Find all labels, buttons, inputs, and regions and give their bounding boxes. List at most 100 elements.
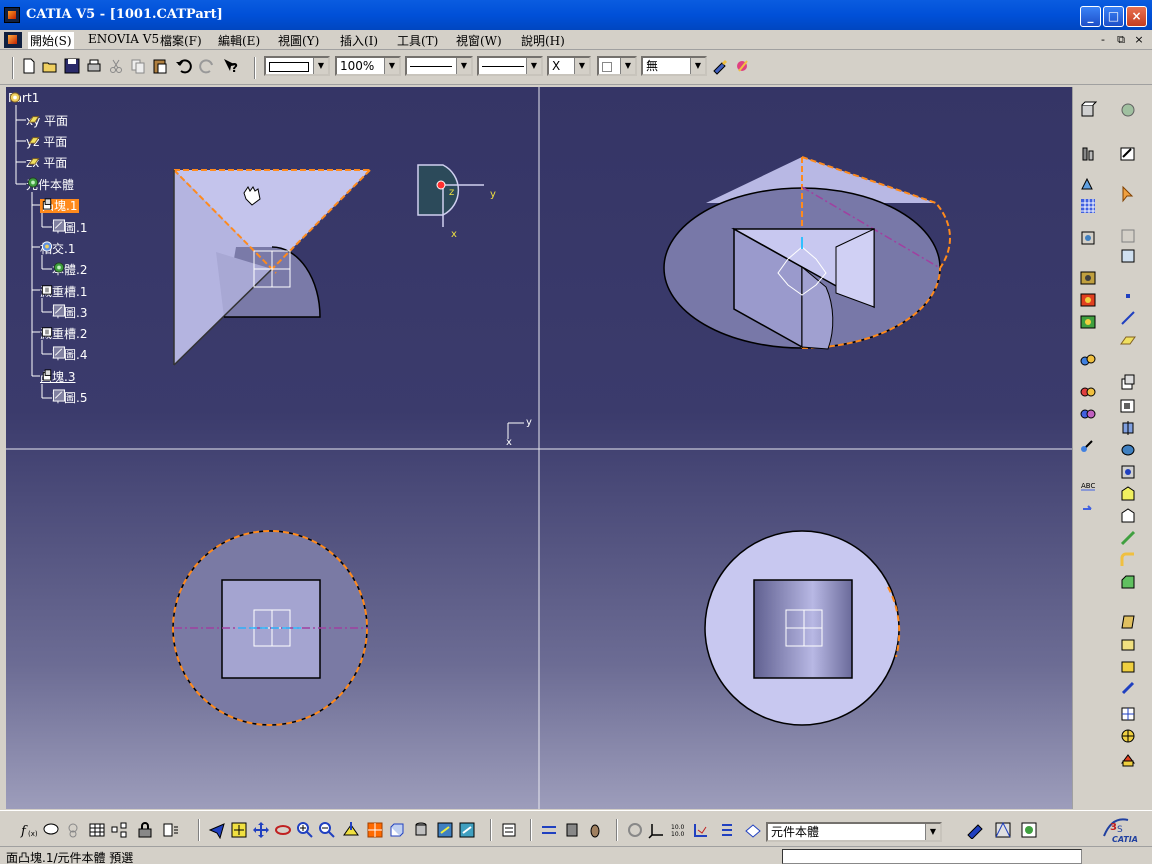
scan-icon[interactable] <box>586 821 604 839</box>
tree-node-zx-plane[interactable]: zx 平面 <box>26 154 67 171</box>
paste-icon[interactable] <box>151 57 169 75</box>
tree-node-yz-plane[interactable]: yz 平面 <box>26 133 67 150</box>
undo-icon[interactable] <box>175 57 193 75</box>
table-icon[interactable] <box>88 821 106 839</box>
catia-app-icon[interactable] <box>4 7 20 23</box>
zoom-in-icon[interactable] <box>296 821 314 839</box>
transparency-combo[interactable]: 100% ▼ <box>335 56 401 76</box>
hole-icon[interactable] <box>1119 441 1137 459</box>
knowledge-icon[interactable] <box>1079 101 1097 119</box>
painter-icon[interactable] <box>711 57 729 75</box>
toolbar-grip[interactable] <box>12 57 14 79</box>
hide-show-icon[interactable] <box>436 821 454 839</box>
menu-enovia[interactable]: ENOVIA V5 <box>88 32 159 46</box>
grid-icon[interactable] <box>1079 197 1097 215</box>
color-combo[interactable]: ▼ <box>264 56 330 76</box>
menu-edit[interactable]: 編輯(E) <box>218 32 260 49</box>
law-icon[interactable] <box>110 821 128 839</box>
tree-node-pad-1[interactable]: 凸塊.1 <box>40 197 80 214</box>
remove-face-icon[interactable] <box>1119 705 1137 723</box>
pad-tool-icon[interactable] <box>1119 373 1137 391</box>
fillet-icon[interactable] <box>1119 551 1137 569</box>
mirror-icon[interactable] <box>1119 751 1137 769</box>
tree-node-xy-plane[interactable]: xy 平面 <box>26 112 68 129</box>
properties-painter-icon[interactable] <box>733 57 751 75</box>
boolean-icon[interactable] <box>1079 383 1097 401</box>
fly-mode-icon[interactable] <box>208 821 226 839</box>
open-icon[interactable] <box>41 57 59 75</box>
tree-node-pad-3[interactable]: 凸塊.3 <box>40 368 75 385</box>
plane-tool-icon[interactable] <box>1119 331 1137 349</box>
new-icon[interactable] <box>20 57 38 75</box>
comment-icon[interactable] <box>42 821 60 839</box>
menu-insert[interactable]: 插入(I) <box>340 32 378 49</box>
photo-studio-icon[interactable] <box>1020 821 1038 839</box>
tree-node-part-body[interactable]: 元件本體 <box>26 176 74 193</box>
update-icon[interactable] <box>540 821 558 839</box>
multi-body-icon[interactable] <box>1079 351 1097 369</box>
save-icon[interactable] <box>63 57 81 75</box>
catia-menu-icon[interactable] <box>4 32 22 48</box>
menu-start[interactable]: 開始(S) <box>28 32 74 49</box>
tree-node-pocket-2[interactable]: 減重槽.2 <box>40 325 87 342</box>
layer-combo[interactable]: 無 ▼ <box>641 56 707 76</box>
tree-node-sketch-4[interactable]: 草圖.4 <box>52 346 87 363</box>
menu-view[interactable]: 視圖(Y) <box>278 32 319 49</box>
slot-icon[interactable] <box>1119 485 1137 503</box>
shell-icon[interactable] <box>1119 635 1137 653</box>
mdi-minimize-button[interactable]: - <box>1096 33 1110 47</box>
pan-icon[interactable] <box>252 821 270 839</box>
thread-icon[interactable] <box>1119 679 1137 697</box>
command-input[interactable] <box>782 849 1082 864</box>
tree-scale-icon[interactable] <box>692 821 710 839</box>
line-icon[interactable] <box>1119 309 1137 327</box>
tree-node-body-2[interactable]: 本體.2 <box>52 261 87 278</box>
print-icon[interactable] <box>85 57 103 75</box>
reorder-icon[interactable] <box>563 821 581 839</box>
body-selector-icon[interactable] <box>744 821 762 839</box>
zoom-out-icon[interactable] <box>318 821 336 839</box>
constraint-icon[interactable] <box>1079 437 1097 455</box>
multi-view-icon[interactable] <box>366 821 384 839</box>
formula-icon[interactable]: f (x) <box>20 821 38 839</box>
apply-material-icon[interactable] <box>1079 291 1097 309</box>
annotation-text-icon[interactable]: ABC <box>1079 477 1097 495</box>
3d-viewport[interactable]: z y x y x Part1 xy 平面 yz 平面 zx 平面 元件本體 凸… <box>6 87 1072 809</box>
render-icon[interactable] <box>1079 313 1097 331</box>
catalog-icon[interactable] <box>500 821 518 839</box>
tree-node-pocket-1[interactable]: 減重槽.1 <box>40 283 87 300</box>
fit-all-icon[interactable] <box>1079 229 1097 247</box>
tree-node-sketch-3[interactable]: 草圖.3 <box>52 304 87 321</box>
menu-file[interactable]: 檔案(F) <box>160 32 202 49</box>
close-button[interactable]: × <box>1126 6 1147 27</box>
transform-icon[interactable] <box>1119 727 1137 745</box>
draft-icon[interactable] <box>1119 613 1137 631</box>
flag-note-icon[interactable] <box>1079 497 1097 515</box>
unit-scale-icon[interactable]: 10.010.0 <box>670 821 688 839</box>
minimize-button[interactable]: _ <box>1080 6 1101 27</box>
chamfer-icon[interactable] <box>1119 573 1137 591</box>
lock-icon[interactable] <box>136 821 154 839</box>
list-icon[interactable] <box>716 821 734 839</box>
material-icon[interactable] <box>1079 269 1097 287</box>
design-table-icon[interactable] <box>64 821 82 839</box>
point-symbol-combo[interactable]: X ▼ <box>547 56 591 76</box>
whats-this-icon[interactable]: ? <box>222 57 240 75</box>
copy-icon[interactable] <box>129 57 147 75</box>
texture-icon[interactable] <box>994 821 1012 839</box>
operation-icon[interactable] <box>1119 247 1137 265</box>
point-icon[interactable] <box>1119 287 1137 305</box>
shading-icon[interactable] <box>412 821 430 839</box>
tree-node-part1[interactable]: Part1 <box>8 91 39 105</box>
parameter-icon[interactable] <box>162 821 180 839</box>
iso-view-icon[interactable] <box>388 821 406 839</box>
maximize-button[interactable]: □ <box>1103 6 1124 27</box>
line-thickness-combo[interactable]: ▼ <box>405 56 473 76</box>
sketcher-icon[interactable] <box>1119 101 1137 119</box>
normal-view-icon[interactable] <box>342 821 360 839</box>
menu-help[interactable]: 說明(H) <box>521 32 565 49</box>
select-arrow-icon[interactable] <box>1119 185 1137 203</box>
stiffener-icon[interactable] <box>1119 507 1137 525</box>
tree-node-sketch-5[interactable]: 草圖.5 <box>52 389 87 406</box>
current-body-combo[interactable]: 元件本體 ▼ <box>766 822 942 842</box>
